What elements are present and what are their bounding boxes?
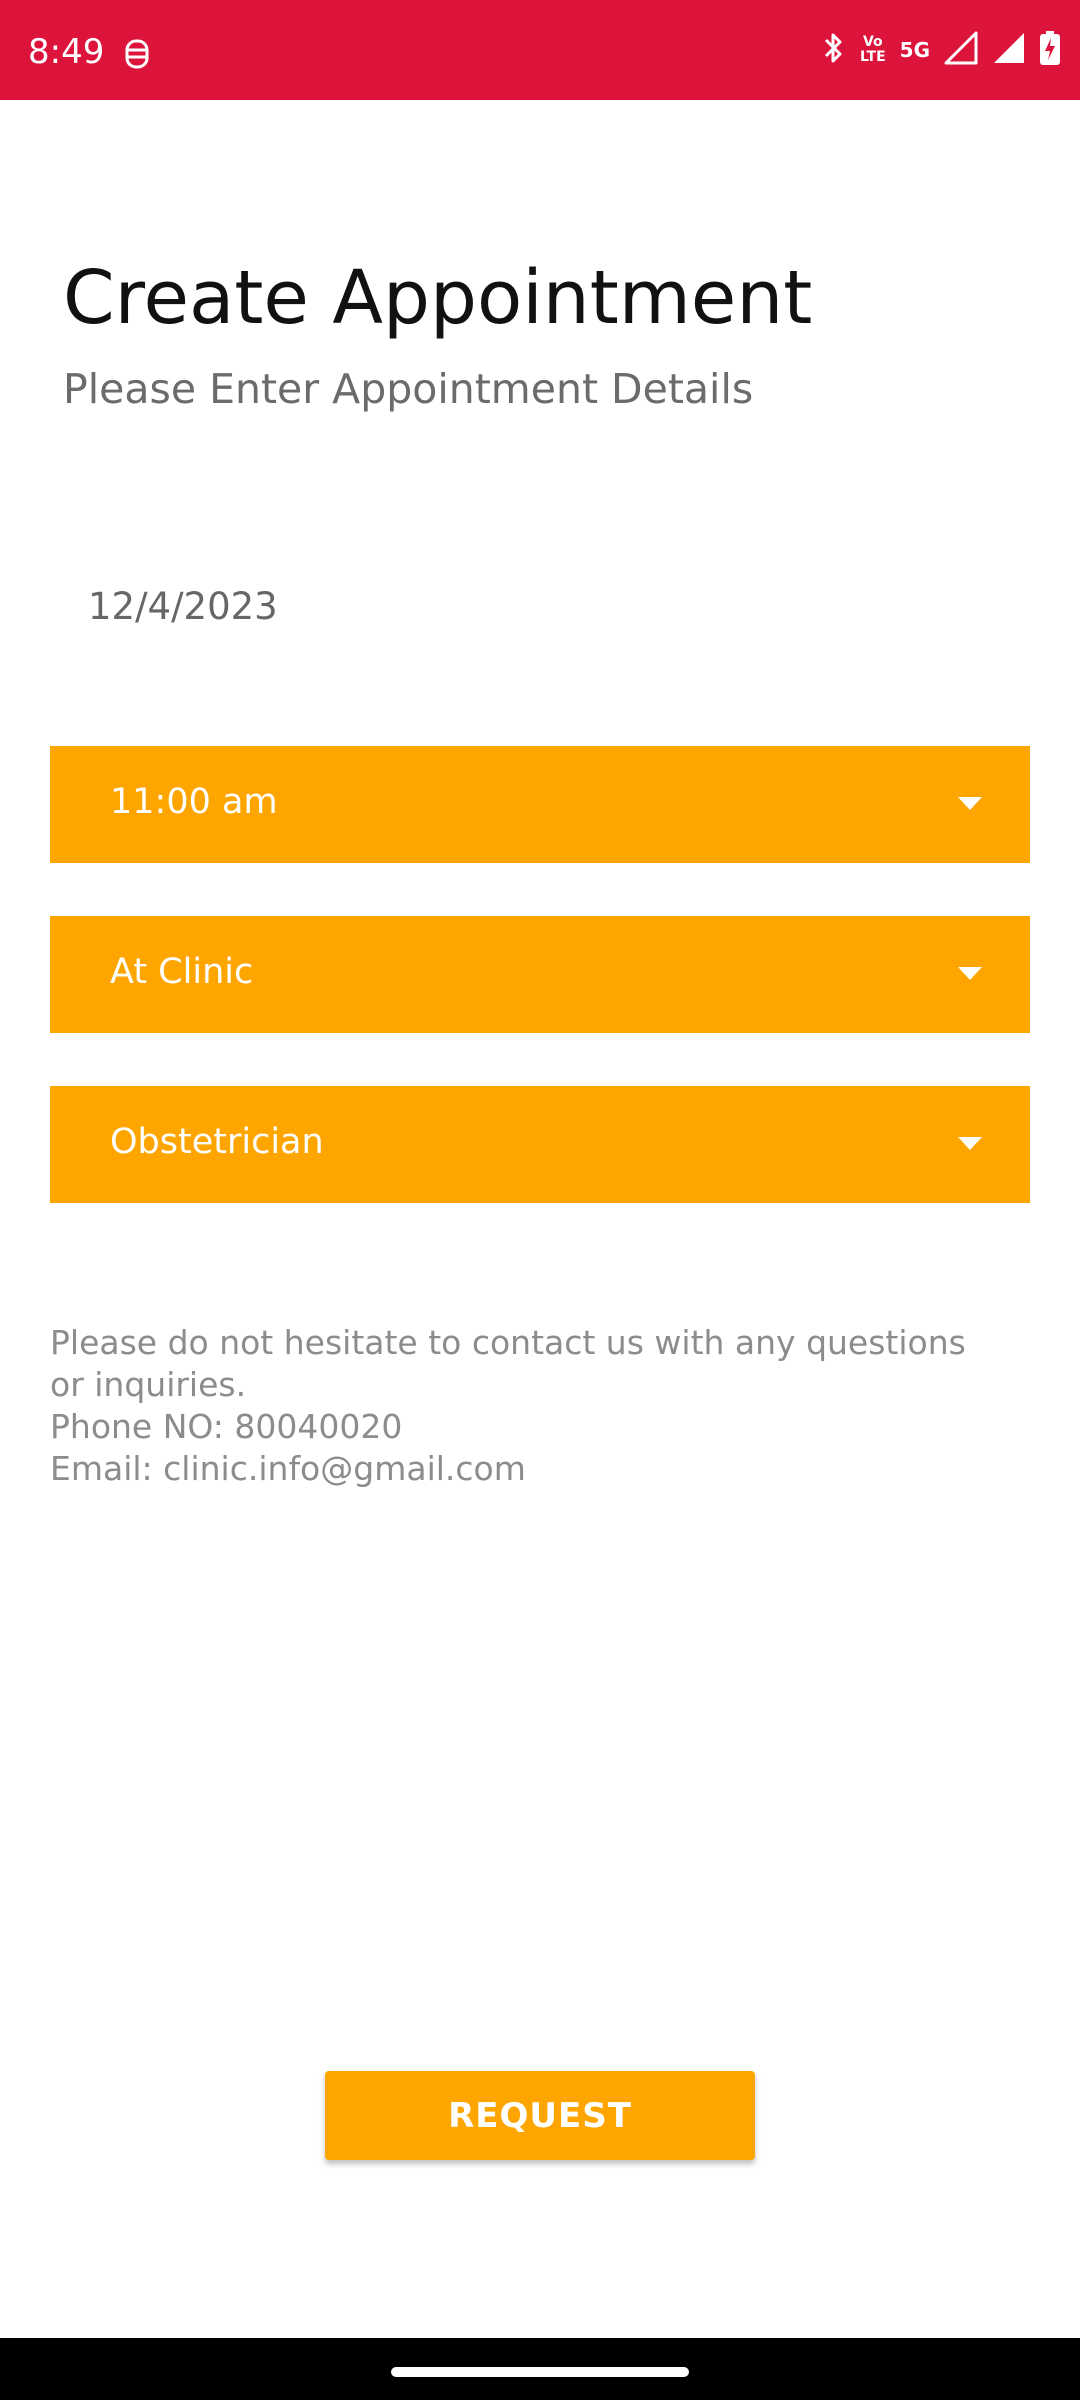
status-bar: 8:49 Vo LTE 5G bbox=[0, 0, 1080, 100]
contact-phone: Phone NO: 80040020 bbox=[50, 1407, 403, 1446]
volte-icon: Vo LTE bbox=[860, 35, 886, 65]
page-subtitle: Please Enter Appointment Details bbox=[63, 365, 754, 413]
network-type: 5G bbox=[899, 38, 930, 62]
time-dropdown[interactable]: 11:00 am bbox=[50, 746, 1030, 863]
home-gesture-handle[interactable] bbox=[391, 2367, 689, 2377]
volte-bottom: LTE bbox=[859, 49, 886, 65]
chevron-down-icon bbox=[958, 1137, 982, 1150]
contact-message: Please do not hesitate to contact us wit… bbox=[50, 1323, 966, 1404]
request-button[interactable]: REQUEST bbox=[325, 2071, 755, 2160]
volte-top: Vo bbox=[862, 34, 883, 50]
battery-charging-icon bbox=[1040, 31, 1060, 69]
signal-icon bbox=[944, 31, 978, 69]
status-icons: Vo LTE 5G bbox=[822, 30, 1060, 70]
contact-info: Please do not hesitate to contact us wit… bbox=[50, 1322, 1010, 1490]
specialty-dropdown-value: Obstetrician bbox=[110, 1122, 324, 1162]
chevron-down-icon bbox=[958, 797, 982, 810]
contact-email: Email: clinic.info@gmail.com bbox=[50, 1449, 526, 1488]
status-time: 8:49 bbox=[28, 32, 105, 72]
location-dropdown-value: At Clinic bbox=[110, 952, 254, 992]
specialty-dropdown[interactable]: Obstetrician bbox=[50, 1086, 1030, 1203]
notification-icon bbox=[124, 38, 150, 70]
signal-icon bbox=[992, 31, 1026, 69]
navigation-bar bbox=[0, 2338, 1080, 2400]
page-title: Create Appointment bbox=[63, 255, 813, 341]
bluetooth-icon bbox=[822, 31, 846, 69]
time-dropdown-value: 11:00 am bbox=[110, 782, 278, 822]
location-dropdown[interactable]: At Clinic bbox=[50, 916, 1030, 1033]
chevron-down-icon bbox=[958, 967, 982, 980]
date-field[interactable]: 12/4/2023 bbox=[88, 585, 278, 628]
